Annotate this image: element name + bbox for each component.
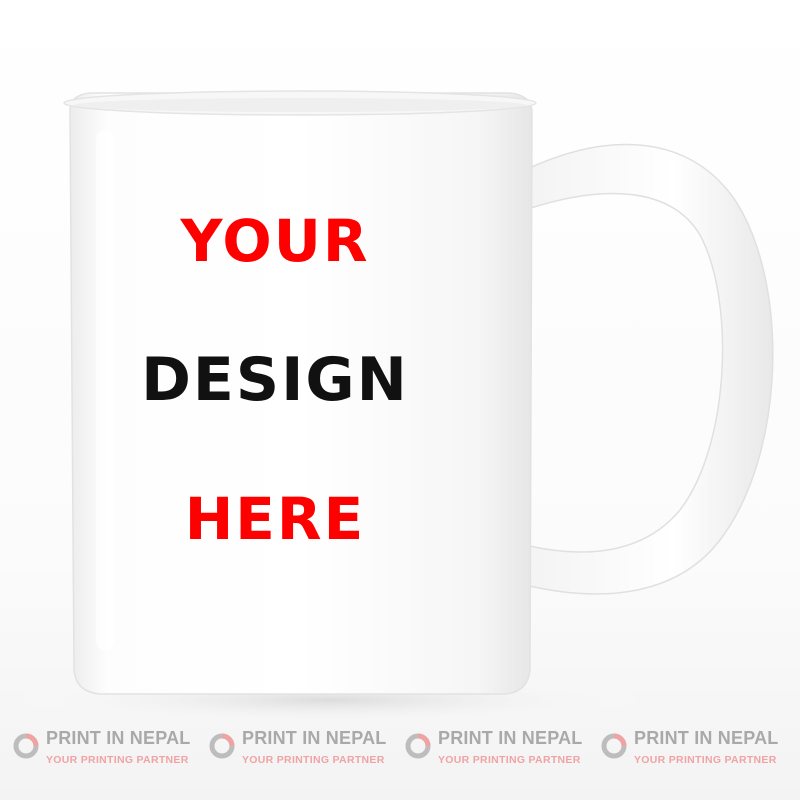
watermark-name: PRINT IN NEPAL <box>438 728 583 748</box>
watermark-tagline: YOUR PRINTING PARTNER <box>634 753 777 766</box>
product-image: YOUR DESIGN HERE PRINT IN NEPAL YOUR PRI… <box>0 0 800 800</box>
watermark-name: PRINT IN NEPAL <box>242 728 387 748</box>
watermark-tagline: YOUR PRINTING PARTNER <box>438 753 581 766</box>
design-text-your: YOUR <box>180 207 370 275</box>
watermark-badge: PRINT IN NEPAL YOUR PRINTING PARTNER <box>12 728 200 766</box>
watermark-badge: PRINT IN NEPAL YOUR PRINTING PARTNER <box>208 728 396 766</box>
watermark-strip: PRINT IN NEPAL YOUR PRINTING PARTNER PRI… <box>0 728 800 800</box>
design-text-design: DESIGN <box>141 345 409 415</box>
watermark-name: PRINT IN NEPAL <box>46 728 191 748</box>
watermark-badge: PRINT IN NEPAL YOUR PRINTING PARTNER <box>600 728 788 766</box>
watermark-name: PRINT IN NEPAL <box>634 728 779 748</box>
watermark-tagline: YOUR PRINTING PARTNER <box>242 753 385 766</box>
watermark-tagline: YOUR PRINTING PARTNER <box>46 753 189 766</box>
print-in-nepal-logo-icon <box>209 733 235 759</box>
watermark-badge: PRINT IN NEPAL YOUR PRINTING PARTNER <box>404 728 592 766</box>
mug-handle <box>524 143 774 595</box>
design-text-here: HERE <box>184 485 366 553</box>
print-in-nepal-logo-icon <box>405 733 431 759</box>
print-in-nepal-logo-icon <box>13 733 39 759</box>
print-in-nepal-logo-icon <box>601 733 627 759</box>
